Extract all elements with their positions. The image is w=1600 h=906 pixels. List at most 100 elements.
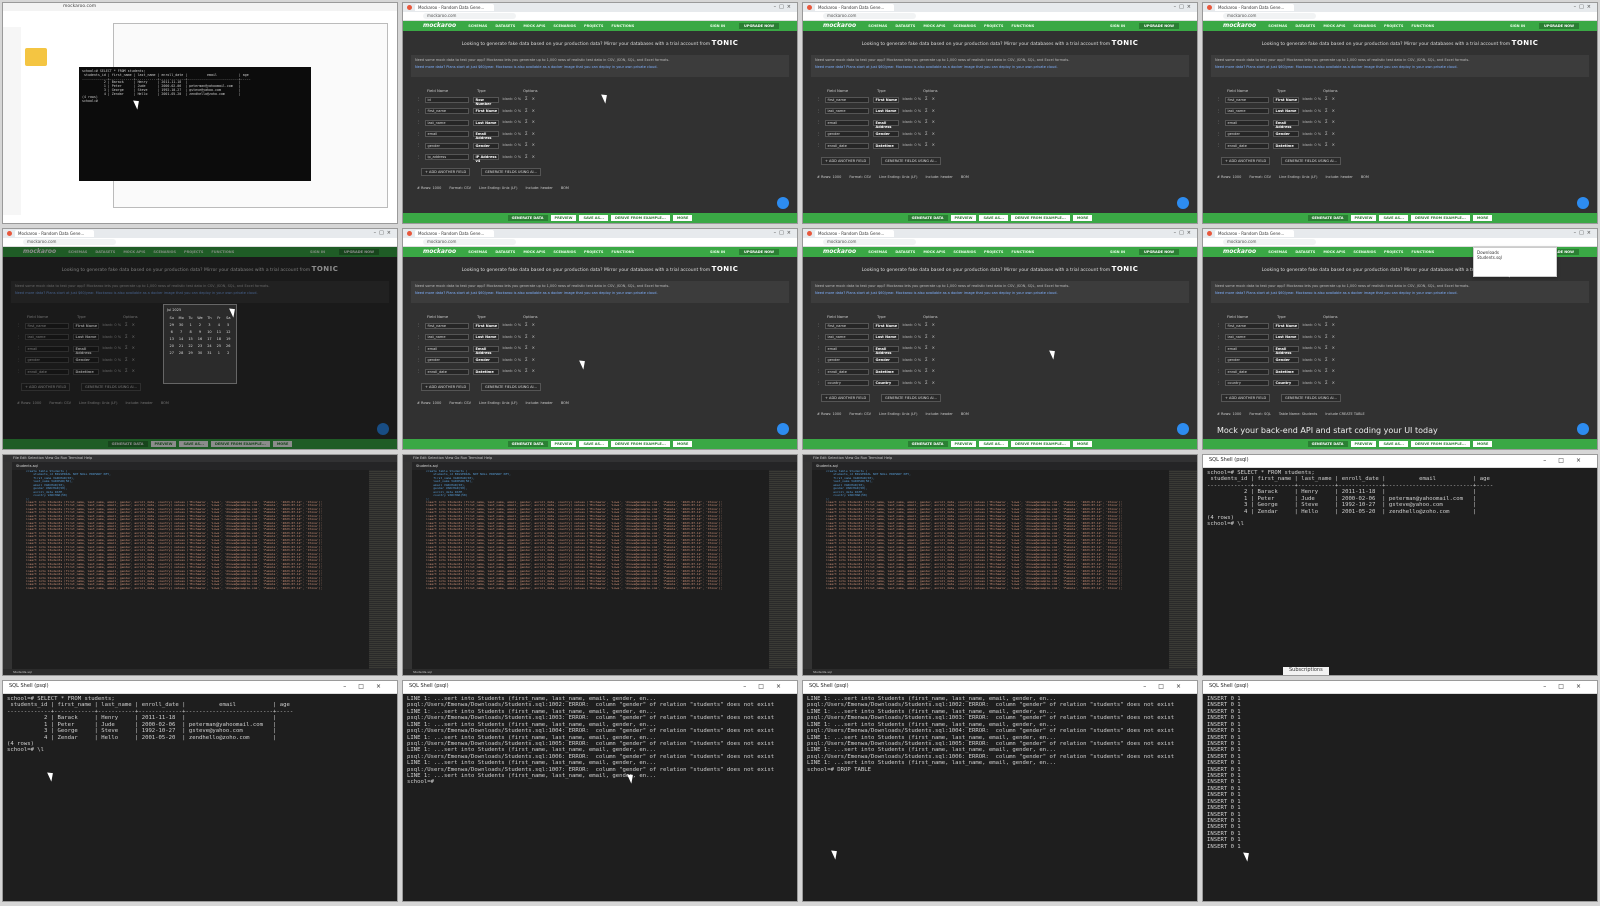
delete-field-icon[interactable]: × xyxy=(1332,120,1335,125)
calendar-day[interactable]: 7 xyxy=(176,330,185,334)
action-button[interactable]: GENERATE DATA xyxy=(907,440,948,447)
address-bar[interactable]: mockaroo.com xyxy=(1203,238,1597,247)
nav-item[interactable]: FUNCTIONS xyxy=(1411,250,1434,254)
nav-item[interactable]: DATASETS xyxy=(495,24,515,28)
sigma-icon[interactable]: Σ xyxy=(525,369,528,374)
calendar-day[interactable]: 20 xyxy=(167,344,176,348)
sigma-icon[interactable]: Σ xyxy=(525,154,528,160)
export-option[interactable]: Include CREATE TABLE xyxy=(1325,412,1364,416)
field-type-select[interactable]: First Name xyxy=(1272,96,1299,103)
field-name-input[interactable]: email xyxy=(424,131,469,137)
calendar-day[interactable]: 9 xyxy=(195,330,204,334)
nav-item[interactable]: SCHEMAS xyxy=(468,24,487,28)
drag-handle-icon[interactable]: ⋮ xyxy=(817,358,821,362)
sigma-icon[interactable]: Σ xyxy=(1325,380,1328,386)
action-button[interactable]: MORE xyxy=(1472,440,1493,447)
sigma-icon[interactable]: Σ xyxy=(525,108,528,114)
field-name-input[interactable]: enroll_date xyxy=(424,368,469,375)
field-type-select[interactable]: Last Name xyxy=(872,334,899,340)
address-bar[interactable]: mockaroo.com xyxy=(403,238,797,247)
calendar-day[interactable]: 29 xyxy=(167,323,176,327)
field-name-input[interactable]: email xyxy=(824,345,869,352)
calendar-day[interactable]: 31 xyxy=(205,351,214,355)
nav-item[interactable]: SCHEMAS xyxy=(1268,250,1287,254)
action-button[interactable]: PREVIEW xyxy=(950,440,977,447)
nav-item[interactable]: MOCK APIS xyxy=(523,250,545,254)
delete-field-icon[interactable]: × xyxy=(932,97,935,102)
field-name-input[interactable]: first_name xyxy=(824,322,869,329)
drag-handle-icon[interactable]: ⋮ xyxy=(817,335,821,339)
drag-handle-icon[interactable]: ⋮ xyxy=(1217,143,1221,147)
window-controls[interactable]: –□× xyxy=(1174,4,1197,11)
sigma-icon[interactable]: Σ xyxy=(525,120,528,125)
field-type-select[interactable]: Last Name xyxy=(472,119,499,126)
address-bar[interactable]: mockaroo.com xyxy=(1203,12,1597,21)
field-type-select[interactable]: Datetime xyxy=(872,368,899,375)
nav-item[interactable]: MOCK APIS xyxy=(1323,250,1345,254)
action-button[interactable]: GENERATE DATA xyxy=(907,214,948,221)
field-name-input[interactable]: first_name xyxy=(1224,322,1269,329)
field-type-select[interactable]: Gender xyxy=(1272,131,1299,137)
add-field-button[interactable]: + ADD ANOTHER FIELD xyxy=(1221,394,1271,403)
upgrade-button[interactable]: UPGRADE NOW xyxy=(1139,22,1179,29)
action-button[interactable]: SAVE AS... xyxy=(579,214,608,221)
window-controls[interactable]: –□× xyxy=(1174,230,1197,237)
export-option[interactable]: BOM xyxy=(961,412,969,416)
calendar-day[interactable]: 8 xyxy=(186,330,195,334)
vscode-menu-bar[interactable]: File Edit Selection View Go Run Terminal… xyxy=(403,455,797,462)
sigma-icon[interactable]: Σ xyxy=(1325,108,1328,114)
editor-tab[interactable]: Students.sql xyxy=(412,462,797,470)
add-field-button[interactable]: + ADD ANOTHER FIELD xyxy=(1221,156,1271,165)
drag-handle-icon[interactable]: ⋮ xyxy=(817,346,821,350)
add-field-button[interactable]: + ADD ANOTHER FIELD xyxy=(421,168,471,177)
field-type-select[interactable]: Country xyxy=(872,380,899,386)
field-type-select[interactable]: Datetime xyxy=(872,142,899,149)
drag-handle-icon[interactable]: ⋮ xyxy=(1217,97,1221,101)
help-chat-button[interactable] xyxy=(777,423,789,435)
tonic-logo[interactable]: TONIC xyxy=(712,265,739,273)
sigma-icon[interactable]: Σ xyxy=(925,97,928,102)
calendar-day[interactable]: 4 xyxy=(214,323,223,327)
browser-tab[interactable]: Mockaroo - Random Data Gene... xyxy=(415,4,495,11)
browser-tab[interactable]: Mockaroo - Random Data Gene... xyxy=(815,4,895,11)
calendar-day[interactable]: 26 xyxy=(224,344,233,348)
address-bar[interactable]: mockaroo.com xyxy=(803,12,1197,21)
sigma-icon[interactable]: Σ xyxy=(1325,357,1328,363)
nav-item[interactable]: MOCK APIS xyxy=(523,24,545,28)
field-type-select[interactable]: Last Name xyxy=(872,108,899,114)
minimap[interactable] xyxy=(769,470,797,669)
calendar-day[interactable]: 12 xyxy=(224,330,233,334)
calendar-day[interactable]: Th xyxy=(205,316,214,320)
action-button[interactable]: GENERATE DATA xyxy=(1307,440,1348,447)
sigma-icon[interactable]: Σ xyxy=(525,143,528,148)
nav-item[interactable]: SCHEMAS xyxy=(468,250,487,254)
field-name-input[interactable]: enroll_date xyxy=(824,368,869,375)
tonic-logo[interactable]: TONIC xyxy=(712,39,739,47)
calendar-day[interactable]: 3 xyxy=(205,323,214,327)
export-option[interactable]: # Rows: 1000 xyxy=(417,186,441,190)
nav-item[interactable]: SCENARIOS xyxy=(553,24,576,28)
sign-in-link[interactable]: SIGN IN xyxy=(1110,24,1125,28)
window-controls[interactable]: –□× xyxy=(743,683,797,691)
add-field-button[interactable]: + ADD ANOTHER FIELD xyxy=(421,382,471,391)
delete-field-icon[interactable]: × xyxy=(1332,97,1335,102)
delete-field-icon[interactable]: × xyxy=(932,131,935,137)
field-name-input[interactable]: last_name xyxy=(824,334,869,340)
window-controls[interactable]: –□× xyxy=(774,230,797,237)
export-option[interactable]: BOM xyxy=(961,175,969,179)
field-name-input[interactable]: gender xyxy=(1224,357,1269,363)
upgrade-button[interactable]: UPGRADE NOW xyxy=(739,22,779,29)
delete-field-icon[interactable]: × xyxy=(1332,346,1335,351)
sign-in-link[interactable]: SIGN IN xyxy=(1510,24,1525,28)
add-field-button[interactable]: + ADD ANOTHER FIELD xyxy=(821,394,871,403)
field-name-input[interactable]: last_name xyxy=(824,108,869,114)
drag-handle-icon[interactable]: ⋮ xyxy=(1217,109,1221,113)
add-field-button[interactable]: + ADD ANOTHER FIELD xyxy=(821,156,871,165)
field-name-input[interactable]: last_name xyxy=(424,119,469,126)
browser-tab[interactable]: Mockaroo - Random Data Gene... xyxy=(15,230,95,237)
export-option[interactable]: Format: CSV xyxy=(849,412,871,416)
help-chat-button[interactable] xyxy=(1577,197,1589,209)
field-type-select[interactable]: Datetime xyxy=(1272,368,1299,375)
date-picker[interactable]: Jul 2025 Su Mo Tu We Th Fr Sa 29 30 1 2 3 4 5 6 7 8 9 10 11 1… xyxy=(163,304,237,384)
export-option[interactable]: Line Ending: Unix (LF) xyxy=(879,412,917,416)
